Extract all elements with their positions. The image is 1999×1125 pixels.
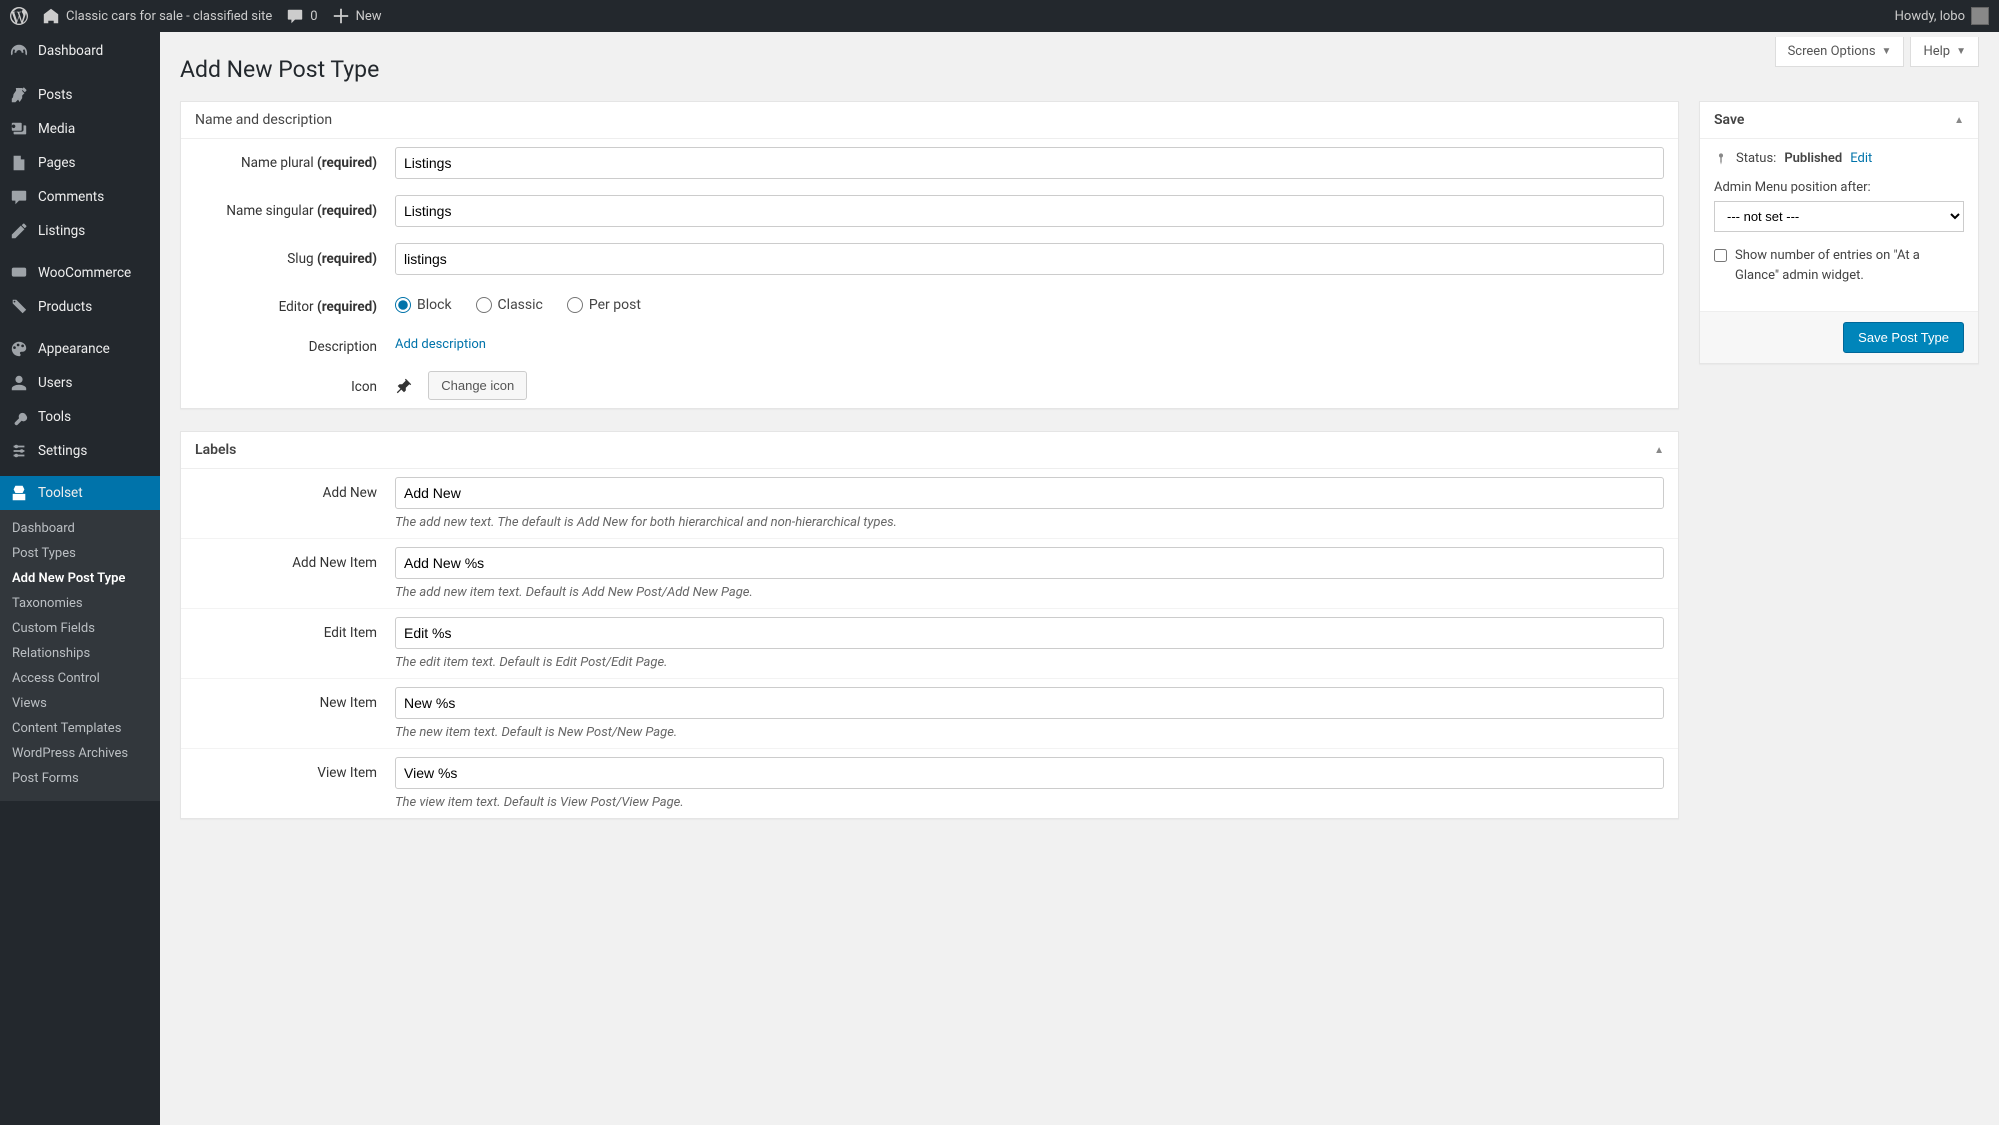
submenu-add-new-post-type[interactable]: Add New Post Type [0,566,160,591]
screen-options-label: Screen Options [1788,44,1876,59]
label-field-input[interactable] [395,547,1664,579]
label-field-hint: The view item text. Default is View Post… [395,795,1664,810]
label-field-label: Add New Item [195,547,395,571]
pin-icon [1714,152,1728,166]
new-link[interactable]: New [332,7,382,25]
site-link[interactable]: Classic cars for sale - classified site [42,7,272,25]
submenu-taxonomies[interactable]: Taxonomies [0,591,160,616]
sidebar-item-toolset[interactable]: Toolset [0,476,160,510]
editor-perpost-radio[interactable]: Per post [567,297,641,313]
change-icon-button[interactable]: Change icon [428,371,527,400]
new-label: New [356,9,382,24]
sidebar-item-label: Users [38,374,72,392]
comment-count: 0 [310,9,317,24]
editor-block-radio[interactable]: Block [395,297,452,313]
plural-label: Name plural (required) [195,147,395,171]
help-button[interactable]: Help ▼ [1910,37,1979,67]
label-field-input[interactable] [395,617,1664,649]
icon-label: Icon [195,371,395,395]
menu-position-label: Admin Menu position after: [1714,180,1964,195]
save-post-type-button[interactable]: Save Post Type [1843,322,1964,353]
sidebar-item-label: Settings [38,442,87,460]
edit-status-link[interactable]: Edit [1850,151,1872,166]
greeting-text: Howdy, lobo [1895,9,1965,24]
singular-input[interactable] [395,195,1664,227]
sidebar-item-label: Media [38,120,75,138]
caret-down-icon: ▼ [1882,46,1892,57]
menu-position-select[interactable]: --- not set --- [1714,201,1964,232]
sidebar-item-comments[interactable]: Comments [0,180,160,214]
sidebar-item-label: Listings [38,222,85,240]
sidebar-item-settings[interactable]: Settings [0,434,160,468]
caret-down-icon: ▼ [1956,46,1966,57]
label-field-hint: The edit item text. Default is Edit Post… [395,655,1664,670]
label-field-hint: The new item text. Default is New Post/N… [395,725,1664,740]
collapse-icon[interactable]: ▲ [1954,115,1964,126]
sidebar-item-label: Comments [38,188,104,206]
singular-label: Name singular (required) [195,195,395,219]
sidebar-item-listings[interactable]: Listings [0,214,160,248]
label-field-label: Edit Item [195,617,395,641]
help-label: Help [1923,44,1950,59]
wp-logo-icon[interactable] [10,7,28,25]
pushpin-icon [395,377,415,397]
sidebar-item-label: Pages [38,154,76,172]
sidebar-item-label: Toolset [38,484,83,502]
sidebar-item-media[interactable]: Media [0,112,160,146]
submenu-relationships[interactable]: Relationships [0,641,160,666]
editor-label: Editor (required) [195,291,395,315]
sidebar-item-label: WooCommerce [38,264,131,282]
submenu-post-types[interactable]: Post Types [0,541,160,566]
plural-input[interactable] [395,147,1664,179]
sidebar-item-products[interactable]: Products [0,290,160,324]
submenu-dashboard[interactable]: Dashboard [0,516,160,541]
submenu-content-templates[interactable]: Content Templates [0,716,160,741]
label-field-hint: The add new text. The default is Add New… [395,515,1664,530]
label-field-hint: The add new item text. Default is Add Ne… [395,585,1664,600]
site-title: Classic cars for sale - classified site [66,9,272,24]
submenu-views[interactable]: Views [0,691,160,716]
add-description-link[interactable]: Add description [395,331,486,352]
sidebar-item-label: Tools [38,408,71,426]
label-field-label: View Item [195,757,395,781]
submenu-post-forms[interactable]: Post Forms [0,766,160,791]
glance-checkbox[interactable]: Show number of entries on "At a Glance" … [1714,246,1964,285]
save-box-title[interactable]: Save▲ [1700,102,1978,139]
sidebar-item-woocommerce[interactable]: WooCommerce [0,256,160,290]
status-label: Status: [1736,151,1776,166]
sidebar-item-label: Posts [38,86,72,104]
user-greeting[interactable]: Howdy, lobo [1895,7,1989,25]
label-field-label: Add New [195,477,395,501]
label-field-input[interactable] [395,687,1664,719]
sidebar-item-appearance[interactable]: Appearance [0,332,160,366]
collapse-icon[interactable]: ▲ [1654,445,1664,456]
slug-input[interactable] [395,243,1664,275]
page-title: Add New Post Type [180,56,1979,83]
label-field-input[interactable] [395,477,1664,509]
sidebar-item-tools[interactable]: Tools [0,400,160,434]
submenu-access-control[interactable]: Access Control [0,666,160,691]
description-label: Description [195,331,395,355]
status-value: Published [1784,151,1842,166]
name-box-title: Name and description [181,102,1678,139]
label-field-input[interactable] [395,757,1664,789]
screen-options-button[interactable]: Screen Options ▼ [1775,37,1905,67]
labels-box-title[interactable]: Labels▲ [181,432,1678,469]
sidebar-item-pages[interactable]: Pages [0,146,160,180]
submenu-custom-fields[interactable]: Custom Fields [0,616,160,641]
slug-label: Slug (required) [195,243,395,267]
comments-link[interactable]: 0 [286,7,317,25]
sidebar-item-label: Appearance [38,340,110,358]
editor-classic-radio[interactable]: Classic [476,297,543,313]
sidebar-item-users[interactable]: Users [0,366,160,400]
sidebar-item-label: Dashboard [38,42,103,60]
sidebar-item-label: Products [38,298,92,316]
label-field-label: New Item [195,687,395,711]
submenu-wordpress-archives[interactable]: WordPress Archives [0,741,160,766]
avatar [1971,7,1989,25]
sidebar-item-dashboard[interactable]: Dashboard [0,32,160,70]
sidebar-item-posts[interactable]: Posts [0,78,160,112]
